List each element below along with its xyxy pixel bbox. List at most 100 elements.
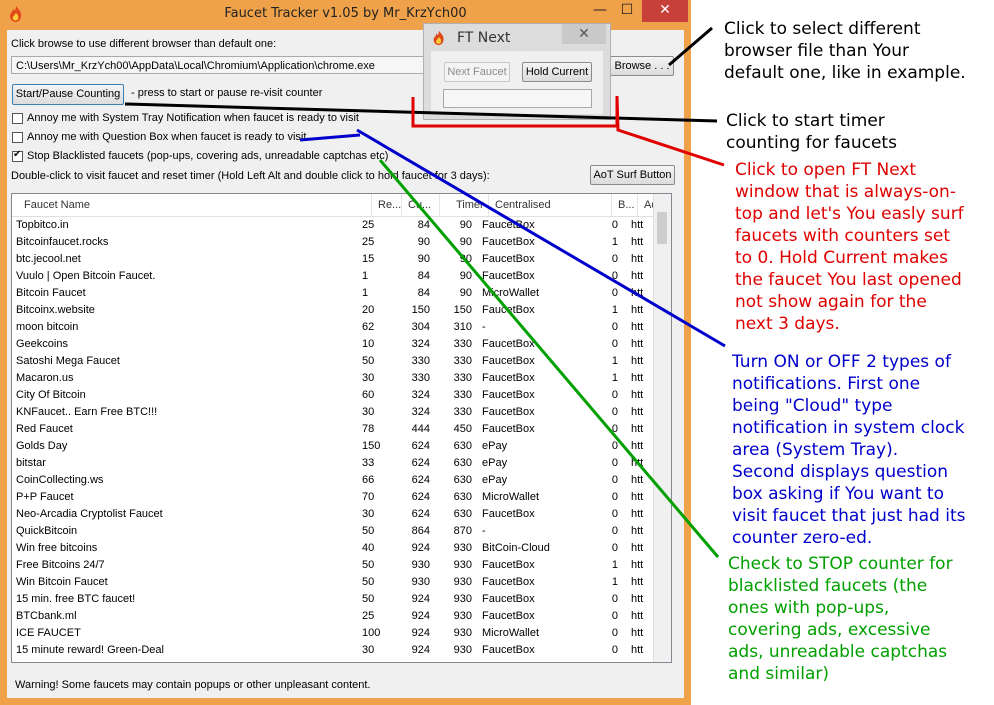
cell-centralised: FaucetBox xyxy=(482,338,535,350)
cell-address: htt xyxy=(631,627,644,639)
cell-address: htt xyxy=(631,270,644,282)
col-reward[interactable]: Re... xyxy=(372,194,402,216)
cell-centralised: MicroWallet xyxy=(482,287,540,299)
tray-notification-checkbox[interactable] xyxy=(12,113,23,124)
cell-timer: 930 xyxy=(453,576,472,588)
table-row[interactable]: Red Faucet 78 444 450 FaucetBox 0 htt xyxy=(12,421,655,438)
table-row[interactable]: Bitcoin Faucet 1 84 90 MicroWallet 0 htt xyxy=(12,285,655,302)
table-row[interactable]: City Of Bitcoin 60 324 330 FaucetBox 0 htt xyxy=(12,387,655,404)
cell-blacklisted: 0 xyxy=(611,321,618,333)
cell-centralised: FaucetBox xyxy=(482,372,535,384)
table-row[interactable]: BTCbank.ml 25 924 930 FaucetBox 0 htt xyxy=(12,608,655,625)
cell-faucet-name: Red Faucet xyxy=(16,423,73,435)
cell-reward: 70 xyxy=(362,491,375,503)
maximize-button[interactable]: ☐ xyxy=(614,0,640,22)
table-row[interactable]: Vuulo | Open Bitcoin Faucet. 1 84 90 FaucetB… xyxy=(12,268,655,285)
table-row[interactable]: ICE FAUCET 100 924 930 MicroWallet 0 htt xyxy=(12,625,655,642)
cell-address: htt xyxy=(631,644,644,656)
cell-current: 930 xyxy=(411,576,430,588)
table-row[interactable]: Bitcoinfaucet.rocks 25 90 90 FaucetBox 1 htt xyxy=(12,234,655,251)
cell-blacklisted: 0 xyxy=(611,508,618,520)
table-row[interactable]: bitstar 33 624 630 ePay 0 htt xyxy=(12,455,655,472)
cell-centralised: FaucetBox xyxy=(482,270,535,282)
flame-icon xyxy=(433,30,444,46)
cell-faucet-name: CoinCollecting.ws xyxy=(16,474,104,486)
cell-faucet-name: Win free bitcoins xyxy=(16,542,98,554)
table-row[interactable]: 15 minute reward! Green-Deal 30 924 930 Fauc… xyxy=(12,642,655,659)
cell-reward: 15 xyxy=(362,253,375,265)
cell-faucet-name: btc.jecool.net xyxy=(16,253,81,265)
cell-blacklisted: 0 xyxy=(611,610,618,622)
table-row[interactable]: btc.jecool.net 15 90 90 FaucetBox 0 htt xyxy=(12,251,655,268)
table-row[interactable]: Bitcoinx.website 20 150 150 FaucetBox 1 htt xyxy=(12,302,655,319)
cell-faucet-name: QuickBitcoin xyxy=(16,525,78,537)
cell-centralised: - xyxy=(482,321,486,333)
table-row[interactable]: Topbitco.in 25 84 90 FaucetBox 0 htt xyxy=(12,217,655,234)
hold-current-button[interactable]: Hold Current xyxy=(522,62,592,82)
cell-reward: 25 xyxy=(362,610,375,622)
cell-faucet-name: BTCbank.ml xyxy=(16,610,77,622)
table-row[interactable]: moon bitcoin 62 304 310- 0 htt xyxy=(12,319,655,336)
table-row[interactable]: Geekcoins 10 324 330 FaucetBox 0 htt xyxy=(12,336,655,353)
next-faucet-button[interactable]: Next Faucet xyxy=(444,62,510,82)
cell-reward: 62 xyxy=(362,321,375,333)
table-row[interactable]: Win Bitcoin Faucet 50 930 930 FaucetBox 1 htt xyxy=(12,574,655,591)
scrollbar-thumb[interactable] xyxy=(657,212,667,244)
cell-current: 324 xyxy=(411,406,430,418)
table-row[interactable]: 15 min. free BTC faucet! 50 924 930 FaucetBo… xyxy=(12,591,655,608)
cell-current: 84 xyxy=(417,287,430,299)
cell-blacklisted: 0 xyxy=(611,406,618,418)
table-row[interactable]: Macaron.us 30 330 330 FaucetBox 1 htt xyxy=(12,370,655,387)
cell-centralised: MicroWallet xyxy=(482,627,540,639)
table-row[interactable]: KNFaucet.. Earn Free BTC!!! 30 324 330 Fauce… xyxy=(12,404,655,421)
ft-next-close-button[interactable]: ✕ xyxy=(562,24,606,44)
cell-address: htt xyxy=(631,423,644,435)
col-blacklisted[interactable]: B... xyxy=(612,194,638,216)
table-row[interactable]: Free Bitcoins 24/7 50 930 930 FaucetBox 1 htt xyxy=(12,557,655,574)
col-current[interactable]: Cu... xyxy=(402,194,440,216)
question-box-checkbox[interactable] xyxy=(12,132,23,143)
minimize-button[interactable]: — xyxy=(586,0,614,22)
cell-current: 924 xyxy=(411,610,430,622)
cell-current: 924 xyxy=(411,627,430,639)
table-row[interactable]: Golds Day 150 624 630 ePay 0 htt xyxy=(12,438,655,455)
browser-hint: Click browse to use different browser th… xyxy=(11,38,277,50)
annotation-browse: Click to select different browser file th… xyxy=(724,19,966,83)
col-faucet-name[interactable]: Faucet Name xyxy=(18,194,372,216)
current-faucet-field[interactable] xyxy=(443,89,592,108)
cell-reward: 60 xyxy=(362,389,375,401)
table-row[interactable]: P+P Faucet 70 624 630 MicroWallet 0 htt xyxy=(12,489,655,506)
cell-timer: 330 xyxy=(453,355,472,367)
cell-blacklisted: 0 xyxy=(611,389,618,401)
browse-button[interactable]: Browse . . . xyxy=(610,56,674,76)
col-centralised[interactable]: Centralised xyxy=(489,194,612,216)
table-row[interactable]: Win free bitcoins 40 924 930 BitCoin-Cloud 0 h… xyxy=(12,540,655,557)
cell-timer: 90 xyxy=(459,236,472,248)
cell-timer: 930 xyxy=(453,542,472,554)
cell-blacklisted: 1 xyxy=(611,355,618,367)
col-timer[interactable]: Timer xyxy=(450,194,489,216)
close-button[interactable]: ✕ xyxy=(642,0,688,22)
list-scrollbar[interactable] xyxy=(653,194,671,662)
cell-timer: 450 xyxy=(453,423,472,435)
faucet-list[interactable]: Faucet Name Re... Cu... Timer Centralise… xyxy=(11,193,672,663)
cell-blacklisted: 0 xyxy=(611,542,618,554)
status-warning: Warning! Some faucets may contain popups… xyxy=(15,679,371,691)
table-row[interactable]: QuickBitcoin 50 864 870- 0 htt xyxy=(12,523,655,540)
cell-blacklisted: 0 xyxy=(611,525,618,537)
table-row[interactable]: CoinCollecting.ws 66 624 630 ePay 0 htt xyxy=(12,472,655,489)
cell-address: htt xyxy=(631,321,644,333)
cell-current: 864 xyxy=(411,525,430,537)
table-row[interactable]: Neo-Arcadia Cryptolist Faucet 30 624 630 Fau… xyxy=(12,506,655,523)
start-pause-button[interactable]: Start/Pause Counting xyxy=(12,84,124,105)
cell-timer: 150 xyxy=(453,304,472,316)
question-box-label: Annoy me with Question Box when faucet i… xyxy=(27,131,307,143)
cell-current: 924 xyxy=(411,644,430,656)
annotation-notify: Turn ON or OFF 2 types of notifications. … xyxy=(732,352,966,548)
cell-blacklisted: 1 xyxy=(611,236,618,248)
blacklist-checkbox[interactable] xyxy=(12,149,23,162)
table-row[interactable]: Satoshi Mega Faucet 50 330 330 FaucetBox 1 htt xyxy=(12,353,655,370)
cell-faucet-name: 15 min. free BTC faucet! xyxy=(16,593,136,605)
cell-faucet-name: KNFaucet.. Earn Free BTC!!! xyxy=(16,406,158,418)
aot-surf-button[interactable]: AoT Surf Button xyxy=(590,165,675,185)
